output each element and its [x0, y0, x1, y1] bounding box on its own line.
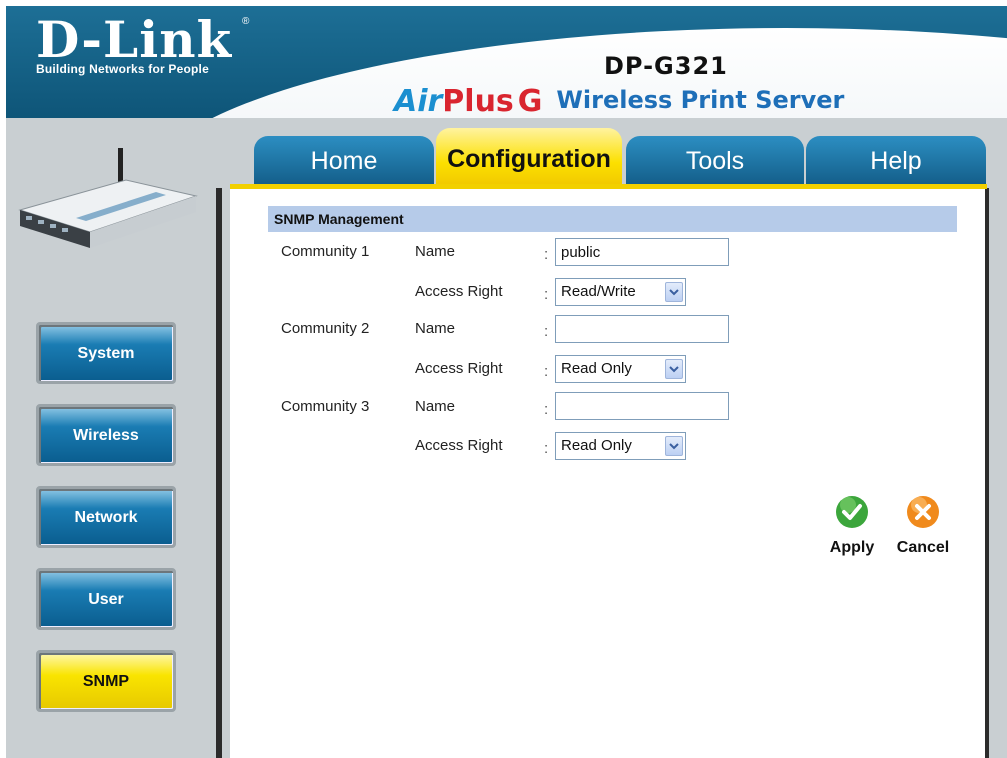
sidebar-item-wireless[interactable]: Wireless	[36, 404, 176, 466]
check-circle-icon	[836, 496, 868, 528]
tab-home[interactable]: Home	[254, 136, 434, 186]
community-3-access-select[interactable]: Read Only	[555, 432, 686, 460]
sidebar-item-network[interactable]: Network	[36, 486, 176, 548]
community-3-name-label: Name	[415, 398, 456, 415]
product-plus: Plus	[442, 84, 514, 118]
community-1-access-value: Read/Write	[561, 283, 636, 300]
colon: :	[544, 323, 549, 340]
chevron-down-icon[interactable]	[665, 436, 683, 456]
tab-configuration[interactable]: Configuration	[436, 128, 622, 186]
apply-label: Apply	[829, 539, 875, 556]
apply-button[interactable]: Apply	[822, 494, 882, 557]
community-1-access-select[interactable]: Read/Write	[555, 278, 686, 306]
chevron-down-icon[interactable]	[665, 282, 683, 302]
right-frame-edge	[985, 188, 1007, 758]
product-air: Air	[394, 84, 443, 118]
community-1-name-label: Name	[415, 243, 456, 260]
registered-mark: ®	[242, 16, 250, 27]
sidebar-item-system[interactable]: System	[36, 322, 176, 384]
chevron-down-icon[interactable]	[665, 359, 683, 379]
community-3-name-input[interactable]	[555, 392, 729, 420]
sidebar-item-snmp[interactable]: SNMP	[36, 650, 176, 712]
tab-tools[interactable]: Tools	[626, 136, 804, 186]
community-2-access-select[interactable]: Read Only	[555, 355, 686, 383]
community-1-access-label: Access Right	[415, 283, 503, 300]
community-2-name-label: Name	[415, 320, 456, 337]
community-2-label: Community 2	[281, 320, 370, 337]
colon: :	[544, 440, 549, 457]
community-3-label: Community 3	[281, 398, 370, 415]
tab-help[interactable]: Help	[806, 136, 986, 186]
dlink-logo: D-Link Building Networks for People	[36, 10, 233, 77]
model-number: DP-G321	[604, 52, 728, 80]
community-2-access-label: Access Right	[415, 360, 503, 377]
header-banner: D-Link Building Networks for People ® DP…	[6, 6, 1007, 118]
community-1-name-input[interactable]	[555, 238, 729, 266]
logo-brand: D-Link	[36, 10, 233, 69]
cancel-button[interactable]: Cancel	[888, 494, 958, 557]
section-title: SNMP Management	[268, 206, 957, 232]
community-3-access-value: Read Only	[561, 437, 632, 454]
colon: :	[544, 286, 549, 303]
community-1-label: Community 1	[281, 243, 370, 260]
product-title: AirPlus G Wireless Print Server	[394, 84, 844, 118]
product-g: G	[517, 84, 543, 118]
colon: :	[544, 363, 549, 380]
colon: :	[544, 401, 549, 418]
router-device-icon	[18, 148, 198, 248]
product-name: Wireless Print Server	[556, 86, 845, 114]
x-circle-icon	[907, 496, 939, 528]
page: D-Link Building Networks for People ® DP…	[0, 0, 1007, 758]
main-content	[230, 189, 985, 758]
sidebar-gap	[222, 188, 230, 758]
colon: :	[544, 246, 549, 263]
community-2-access-value: Read Only	[561, 360, 632, 377]
community-2-name-input[interactable]	[555, 315, 729, 343]
sidebar-item-user[interactable]: User	[36, 568, 176, 630]
logo-tagline: Building Networks for People	[36, 62, 209, 76]
cancel-label: Cancel	[896, 539, 950, 556]
community-3-access-label: Access Right	[415, 437, 503, 454]
